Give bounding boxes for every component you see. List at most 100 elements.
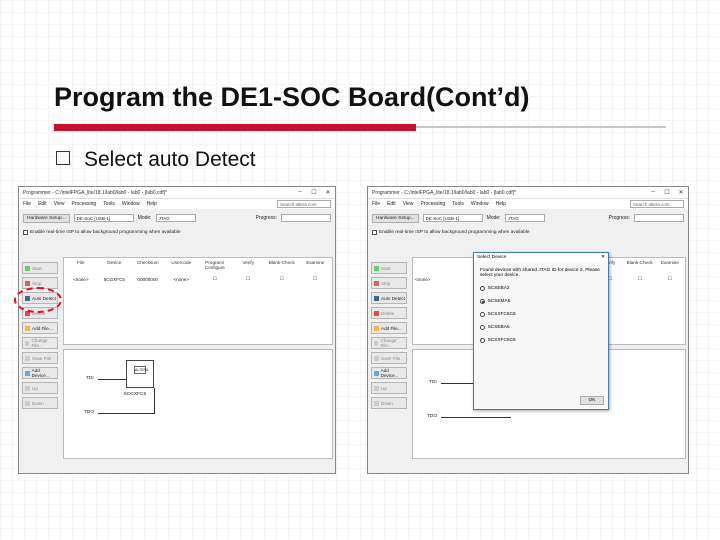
dialog-titlebar: Select Device ✕	[474, 253, 608, 262]
add-file-icon	[374, 325, 379, 331]
device-option[interactable]: 5CSEBA2	[474, 282, 608, 295]
column-program: Program/ Configure	[204, 260, 225, 270]
radio-icon	[480, 312, 485, 317]
row-file: <none>	[415, 276, 431, 282]
row-usercode: <none>	[173, 276, 190, 282]
bullet-item: Select auto Detect	[56, 148, 256, 172]
side-toolbar: Start Stop Auto Detect Delete Add File..…	[371, 262, 407, 409]
table-row[interactable]: <none> 5CGXFC5 00000000 <none> ☐ ☐ ☐ ☐	[64, 274, 332, 284]
start-button[interactable]: Start	[22, 262, 58, 274]
menu-tools[interactable]: Tools	[452, 201, 464, 207]
menu-edit[interactable]: Edit	[38, 201, 47, 207]
menu-edit[interactable]: Edit	[387, 201, 396, 207]
menu-file[interactable]: File	[23, 201, 31, 207]
auto-detect-highlight	[14, 287, 62, 313]
hardware-field: DE-SoC [USB-1]	[422, 214, 483, 222]
auto-detect-button[interactable]: Auto Detect	[371, 292, 407, 304]
dialog-close-icon[interactable]: ✕	[601, 255, 605, 260]
device-option[interactable]: 5CSXFC6C6	[474, 308, 608, 321]
start-button[interactable]: Start	[371, 262, 407, 274]
search-input[interactable]: Search altera.com	[277, 200, 331, 208]
chain-wire	[154, 388, 155, 414]
enable-isp-checkbox[interactable]	[372, 229, 377, 235]
change-file-button[interactable]: Change File...	[22, 337, 58, 349]
add-file-icon	[25, 325, 30, 331]
window-title: Programmer - C:/intelFPGA_lite/18.1/lab0…	[23, 189, 167, 196]
slide-title: Program the DE1-SOC Board(Cont’d)	[54, 82, 530, 112]
device-option[interactable]: 5CSEMA5	[474, 295, 608, 308]
bullet-text: Select auto Detect	[84, 148, 256, 171]
tdo-label: TDO	[84, 410, 95, 415]
maximize-icon[interactable]: ☐	[307, 189, 321, 196]
mode-select[interactable]: JTAG	[155, 214, 196, 222]
start-icon	[374, 265, 379, 271]
down-button[interactable]: Down	[22, 397, 58, 409]
menu-view[interactable]: View	[403, 201, 414, 207]
change-file-icon	[374, 340, 379, 346]
program-checkbox-icon[interactable]: ☐	[198, 276, 232, 282]
row-checksum: 00000000	[137, 276, 158, 282]
table-header: File Device Checksum Usercode Program/ C…	[64, 258, 332, 274]
hardware-setup-button[interactable]: Hardware Setup...	[23, 213, 70, 223]
enable-isp-checkbox[interactable]	[23, 229, 28, 235]
close-icon[interactable]: ✕	[321, 189, 335, 196]
device-option[interactable]: 5CSXFC5C6	[474, 334, 608, 347]
examine-checkbox-icon[interactable]: ☐	[655, 276, 685, 282]
add-file-button[interactable]: Add File...	[22, 322, 58, 334]
dialog-message: Found devices with shared JTAG ID for de…	[480, 268, 600, 278]
add-device-icon	[374, 370, 379, 376]
change-file-button[interactable]: Change File...	[371, 337, 407, 349]
add-device-button[interactable]: Add Device...	[371, 367, 407, 379]
verify-checkbox-icon[interactable]: ☐	[232, 276, 266, 282]
title-underline-rule	[416, 126, 666, 128]
enable-isp-row: Enable real-time ISP to allow background…	[368, 227, 688, 237]
maximize-icon[interactable]: ☐	[660, 189, 674, 196]
fpga-chip[interactable]: ALTERA	[126, 360, 154, 388]
hardware-row: Hardware Setup... DE-SoC [USB-1] Mode: J…	[19, 209, 335, 227]
save-file-button[interactable]: Save File	[22, 352, 58, 364]
menu-help[interactable]: Help	[496, 201, 506, 207]
down-arrow-icon	[25, 400, 30, 406]
up-button[interactable]: Up	[22, 382, 58, 394]
menu-window[interactable]: Window	[122, 201, 140, 207]
blank-check-checkbox-icon[interactable]: ☐	[265, 276, 299, 282]
delete-button[interactable]: Delete	[371, 307, 407, 319]
menu-view[interactable]: View	[54, 201, 65, 207]
search-input[interactable]: Search altera.com	[630, 200, 684, 208]
start-icon	[25, 265, 30, 271]
column-verify: Verify	[242, 260, 255, 265]
tdo-wire	[441, 417, 511, 418]
menu-help[interactable]: Help	[147, 201, 157, 207]
mode-select[interactable]: JTAG	[504, 214, 545, 222]
blank-check-checkbox-icon[interactable]: ☐	[625, 276, 655, 282]
menu-processing[interactable]: Processing	[420, 201, 445, 207]
add-device-icon	[25, 370, 30, 376]
enable-isp-row: Enable real-time ISP to allow background…	[19, 227, 335, 237]
up-arrow-icon	[374, 385, 379, 391]
change-file-icon	[25, 340, 30, 346]
progress-label: Progress:	[608, 215, 630, 221]
menu-tools[interactable]: Tools	[103, 201, 115, 207]
progress-bar	[281, 214, 331, 222]
tdo-wire	[98, 413, 154, 414]
hardware-setup-button[interactable]: Hardware Setup...	[372, 213, 419, 223]
device-option[interactable]: 5CSEBA6	[474, 321, 608, 334]
stop-button[interactable]: Stop	[371, 277, 407, 289]
menu-file[interactable]: File	[372, 201, 380, 207]
save-file-button[interactable]: Save File	[371, 352, 407, 364]
down-button[interactable]: Down	[371, 397, 407, 409]
ok-button[interactable]: OK	[580, 396, 604, 405]
close-icon[interactable]: ✕	[674, 189, 688, 196]
menu-window[interactable]: Window	[471, 201, 489, 207]
menu-processing[interactable]: Processing	[71, 201, 96, 207]
column-device: Device	[107, 260, 122, 265]
up-button[interactable]: Up	[371, 382, 407, 394]
save-file-icon	[25, 355, 30, 361]
minimize-icon[interactable]: –	[293, 189, 307, 196]
column-file: File	[77, 260, 85, 265]
add-device-button[interactable]: Add Device...	[22, 367, 58, 379]
examine-checkbox-icon[interactable]: ☐	[299, 276, 333, 282]
mode-label: Mode:	[137, 215, 152, 221]
add-file-button[interactable]: Add File...	[371, 322, 407, 334]
minimize-icon[interactable]: –	[646, 189, 660, 196]
